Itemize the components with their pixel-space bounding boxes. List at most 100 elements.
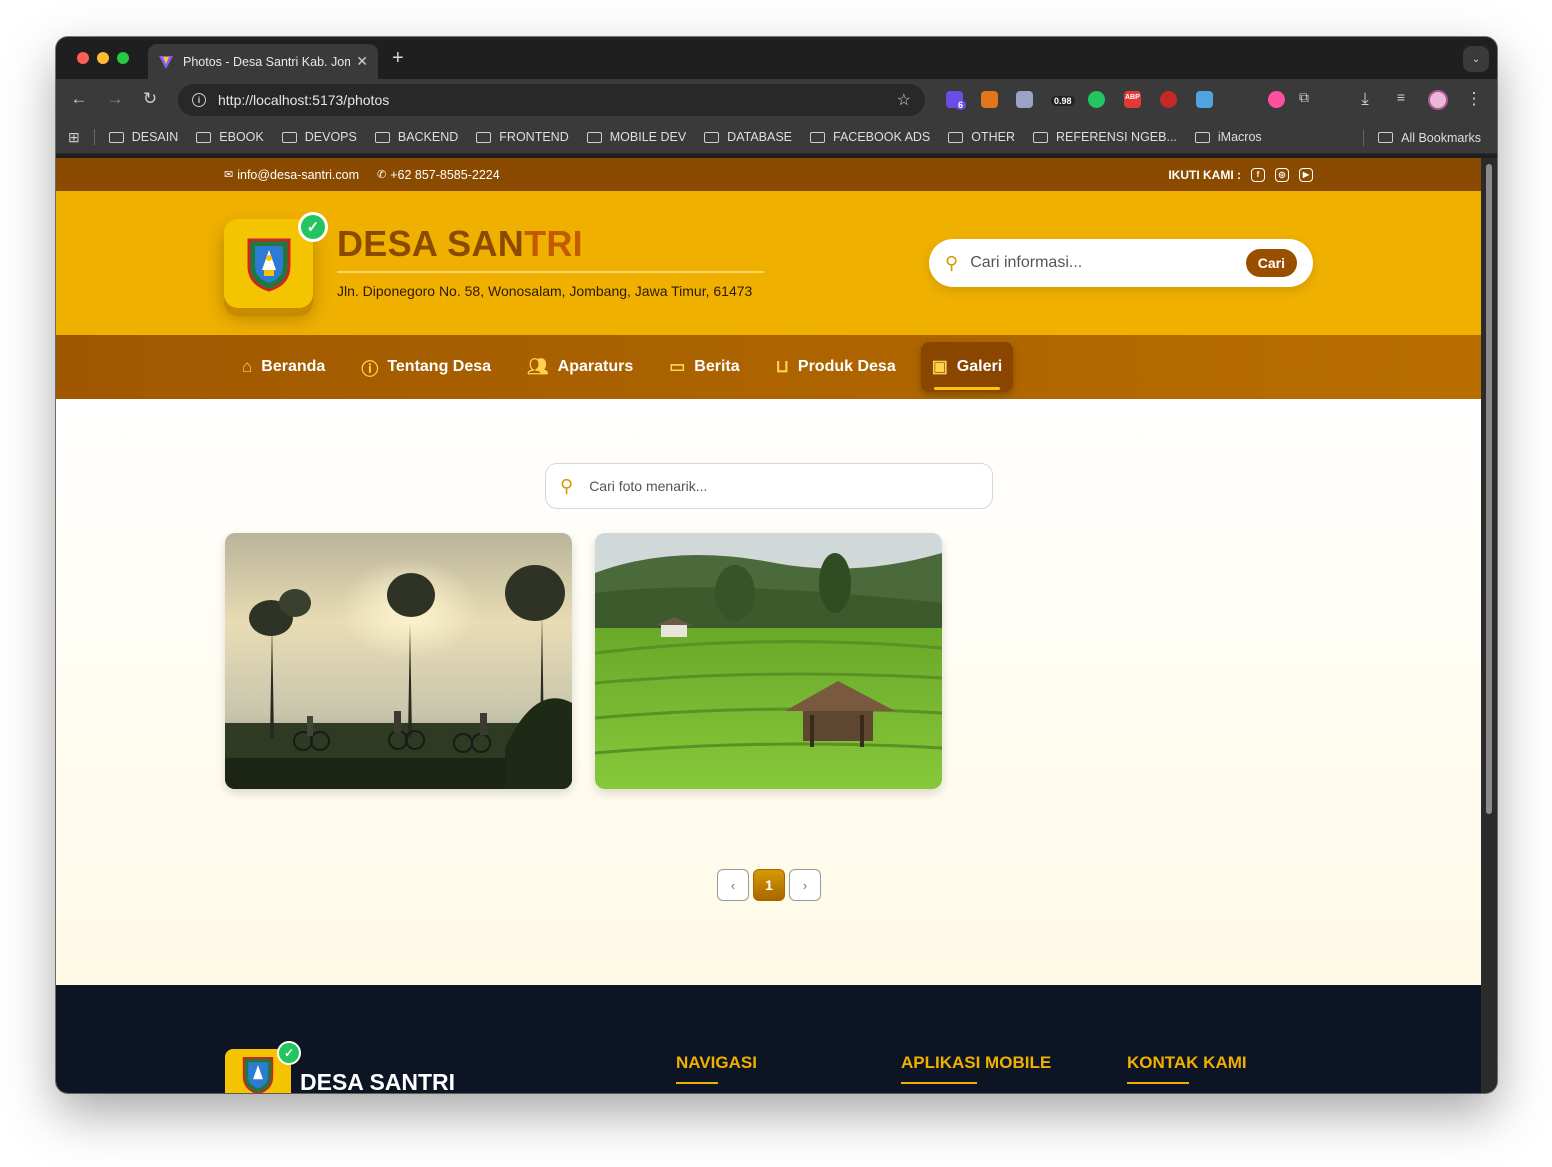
page-viewport: ✉ info@desa-santri.com ✆ +62 857-8585-22… [56, 158, 1481, 1093]
nav-item-produk-desa[interactable]: ⊔ Produk Desa [765, 342, 907, 392]
bookmark-label: DATABASE [727, 130, 793, 144]
site-header: ✓ DESA SANTRI Jln. Diponegoro No. 58, Wo… [56, 191, 1481, 335]
facebook-icon[interactable]: f [1251, 167, 1265, 182]
forward-icon[interactable]: → [104, 89, 126, 109]
tab-search-button[interactable]: ⌄ [1463, 46, 1489, 72]
close-window-button[interactable] [77, 52, 89, 64]
adblock-icon[interactable]: ABP [1124, 91, 1141, 108]
screenshot-icon[interactable] [1232, 91, 1249, 108]
footer-heading-kontak: KONTAK KAMI [1127, 1053, 1247, 1084]
gallery-section: ⚲ Cari foto menarik... ‹ 1 › [56, 399, 1481, 985]
browser-toolbar: ← → ↻ i http://localhost:5173/photos ☆ 6… [56, 79, 1497, 121]
browser-window: Photos - Desa Santri Kab. Jombang ✕ + ⌄ … [56, 37, 1497, 1093]
nav-item-beranda[interactable]: ⌂ Beranda [231, 342, 336, 392]
green-dot-icon[interactable] [1088, 91, 1105, 108]
follow-label: IKUTI KAMI : [1168, 167, 1241, 182]
header-search-input[interactable]: Cari informasi... [970, 254, 1246, 272]
bookmark-folder[interactable]: FACEBOOK ADS [810, 130, 930, 144]
nav-item-berita[interactable]: ▭ Berita [658, 342, 750, 392]
prev-page-button[interactable]: ‹ [717, 869, 749, 901]
extension-badge: 0.98 [1051, 96, 1075, 106]
block-icon[interactable] [1160, 91, 1177, 108]
bookmark-label: FRONTEND [499, 130, 569, 144]
phone-icon: ✆ [376, 169, 387, 181]
bookmark-folder[interactable]: OTHER [948, 130, 1015, 144]
scrollbar-thumb[interactable] [1486, 164, 1492, 814]
instagram-icon[interactable]: ◎ [1275, 167, 1289, 182]
browser-tab[interactable]: Photos - Desa Santri Kab. Jombang ✕ [148, 44, 378, 79]
bookmark-ext-icon[interactable] [1196, 91, 1213, 108]
bookmark-label: iMacros [1217, 130, 1262, 144]
nav-item-label: Tentang Desa [387, 358, 492, 375]
email-contact[interactable]: ✉ info@desa-santri.com [224, 168, 359, 182]
extension-purple-icon[interactable]: 6 [946, 91, 967, 110]
youtube-icon[interactable]: ▶ [1299, 167, 1313, 182]
photo-search[interactable]: ⚲ Cari foto menarik... [545, 463, 993, 509]
zoom-indicator-icon[interactable]: 0.98 [1049, 91, 1079, 108]
search-icon: ⚲ [945, 252, 959, 273]
next-page-button[interactable]: › [789, 869, 821, 901]
follow-us: IKUTI KAMI : f ◎ ▶ [1168, 167, 1313, 182]
header-search-button[interactable]: Cari [1245, 249, 1297, 277]
shopping-bag-icon: ⊔ [775, 357, 789, 376]
folder-icon [1194, 131, 1210, 143]
pagination: ‹ 1 › [717, 869, 825, 901]
folder-icon [586, 131, 602, 143]
reading-list-icon[interactable]: ≡ [1390, 89, 1412, 105]
back-icon[interactable]: ← [68, 89, 90, 109]
reload-icon[interactable]: ↻ [139, 89, 161, 109]
bookmark-folder[interactable]: BACKEND [374, 130, 458, 144]
bookmarks-separator [93, 129, 95, 145]
title-underline [337, 271, 764, 273]
all-bookmarks-label: All Bookmarks [1401, 130, 1481, 145]
bookmark-folder[interactable]: DEVOPS [281, 130, 357, 144]
profile-avatar[interactable] [1428, 90, 1448, 110]
folder-icon [196, 131, 212, 143]
extension-badge: ABP [1125, 94, 1140, 101]
bookmark-star-icon[interactable]: ☆ [897, 90, 911, 110]
phone-contact[interactable]: ✆ +62 857-8585-2224 [377, 168, 500, 182]
footer-heading-aplikasi: APLIKASI MOBILE [901, 1053, 1052, 1084]
apps-grid-icon[interactable]: ⊞ [68, 129, 80, 146]
tab-close-icon[interactable]: ✕ [356, 53, 368, 70]
address-bar[interactable]: i http://localhost:5173/photos ☆ [178, 84, 925, 116]
download-icon[interactable]: ⤓ [1354, 89, 1376, 109]
color-picker-icon[interactable] [1268, 91, 1285, 108]
bookmark-folder[interactable]: iMacros [1194, 130, 1262, 144]
bookmark-folder[interactable]: DESAIN [108, 130, 178, 144]
bookmark-folder[interactable]: REFERENSI NGEB... [1033, 130, 1177, 144]
bookmark-label: OTHER [971, 130, 1016, 144]
folder-icon [704, 131, 720, 143]
folder-icon [1378, 132, 1394, 143]
page-1-button[interactable]: 1 [753, 869, 785, 901]
folder-icon [948, 131, 964, 143]
cyclists-sunrise-photo[interactable] [225, 533, 572, 789]
bookmark-folder[interactable]: FRONTEND [476, 130, 569, 144]
rice-terrace-hut-photo[interactable] [595, 533, 942, 789]
folder-icon [108, 131, 124, 143]
all-bookmarks-folder[interactable]: All Bookmarks [1378, 131, 1481, 145]
maximize-window-button[interactable] [117, 52, 129, 64]
site-info-icon[interactable]: i [192, 93, 206, 107]
folder-icon [810, 131, 826, 143]
bookmark-folder[interactable]: DATABASE [704, 130, 792, 144]
bookmark-label: MOBILE DEV [609, 130, 687, 144]
nav-item-tentang-desa[interactable]: ⓘ Tentang Desa [350, 342, 502, 392]
photo-search-input[interactable]: Cari foto menarik... [589, 478, 707, 494]
verified-badge-icon: ✓ [298, 212, 328, 242]
header-search[interactable]: ⚲ Cari informasi... Cari [929, 239, 1313, 287]
page-scrollbar[interactable] [1481, 158, 1497, 1093]
new-tab-button[interactable]: + [392, 47, 404, 70]
minimize-window-button[interactable] [97, 52, 109, 64]
metamask-icon[interactable] [981, 91, 998, 108]
bookmark-folder[interactable]: MOBILE DEV [586, 130, 687, 144]
nav-item-aparaturs[interactable]: 👥︎ Aparaturs [516, 342, 644, 392]
menu-kebab-icon[interactable]: ⋮ [1463, 89, 1485, 109]
bookmark-folder[interactable]: EBOOK [196, 130, 264, 144]
nav-item-galeri[interactable]: ▣ Galeri [920, 342, 1014, 392]
extensions-puzzle-icon[interactable]: ⧉ [1293, 89, 1315, 106]
title-bar: Photos - Desa Santri Kab. Jombang ✕ + ⌄ [56, 37, 1497, 79]
brain-icon[interactable] [1016, 91, 1033, 108]
nav-item-label: Galeri [956, 358, 1003, 375]
site-title: DESA SANTRI [337, 223, 583, 265]
